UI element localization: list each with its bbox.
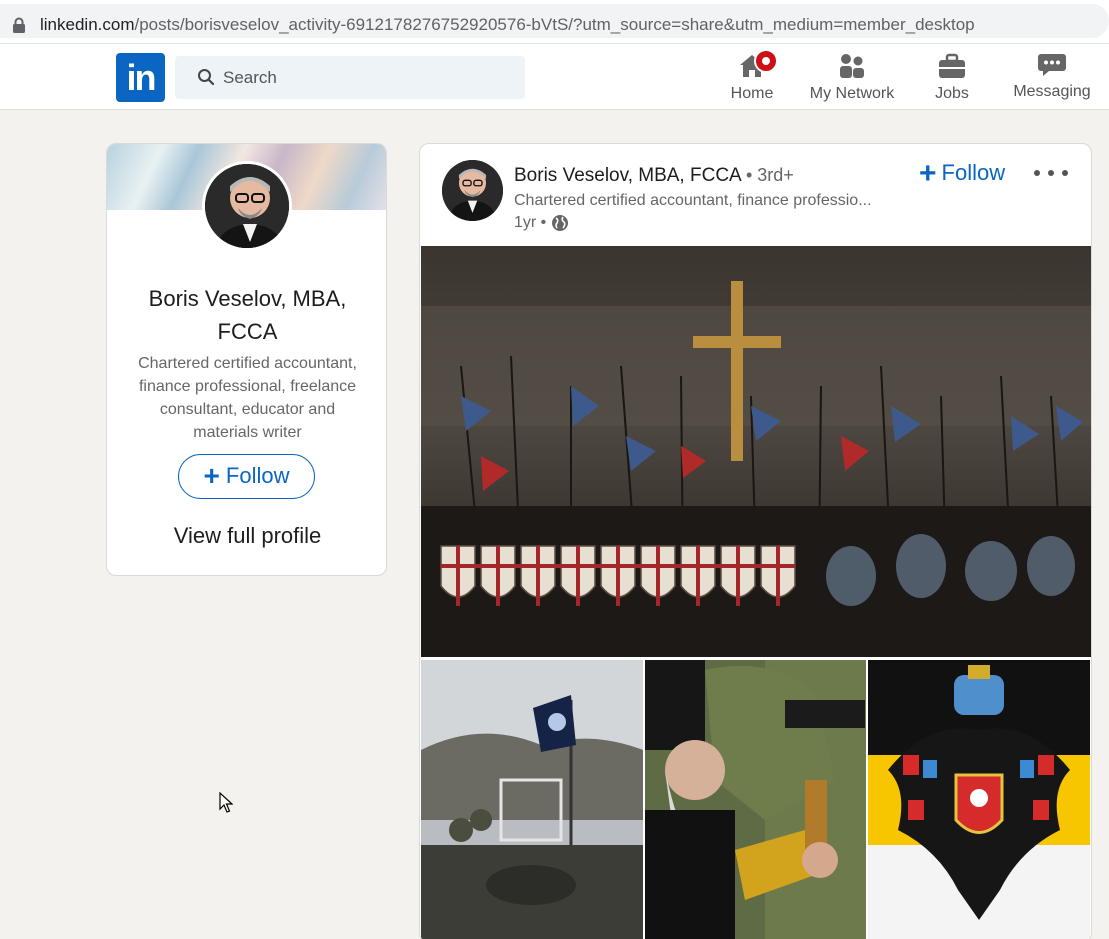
search-box[interactable] xyxy=(175,56,525,99)
profile-follow-button[interactable]: + Follow xyxy=(178,454,315,499)
profile-photo xyxy=(205,164,289,248)
url-text: linkedin.com/posts/borisveselov_activity… xyxy=(40,15,975,35)
post-image-main[interactable] xyxy=(421,246,1091,657)
post-follow-button[interactable]: + Follow xyxy=(919,157,1005,191)
nav-item-messaging[interactable]: Messaging xyxy=(1010,48,1094,104)
briefcase-icon xyxy=(939,53,965,78)
profile-follow-label: Follow xyxy=(225,463,290,488)
post-author-name: Boris Veselov, MBA, FCCA xyxy=(514,165,741,186)
profile-card: Boris Veselov, MBA, FCCA Chartered certi… xyxy=(106,143,387,576)
nav-label-messaging: Messaging xyxy=(1013,83,1091,100)
armored-vehicle-soldiers-image xyxy=(421,660,643,939)
post-image-3[interactable] xyxy=(645,660,866,939)
post-follow-label: Follow xyxy=(941,160,1006,185)
top-navigation: in Home My Network Jobs xyxy=(0,44,1109,110)
post-card: Boris Veselov, MBA, FCCA • 3rd+ Chartere… xyxy=(419,143,1092,939)
priest-soldiers-image xyxy=(645,660,866,939)
connection-degree: • 3rd+ xyxy=(745,165,794,185)
profile-name[interactable]: Boris Veselov, MBA, FCCA xyxy=(127,282,368,348)
nav-label-home: Home xyxy=(730,85,774,102)
post-time: 1yr • xyxy=(514,214,547,231)
imperial-eagle-flag-image xyxy=(868,660,1090,939)
profile-headline: Chartered certified accountant, finance … xyxy=(138,355,357,441)
url-host: linkedin.com xyxy=(40,15,135,34)
url-field[interactable]: linkedin.com/posts/borisveselov_activity… xyxy=(0,4,1109,38)
notification-badge xyxy=(754,49,778,73)
post-author-avatar[interactable] xyxy=(442,160,503,221)
post-author-headline: Chartered certified accountant, finance … xyxy=(514,192,872,209)
author-photo xyxy=(442,160,503,221)
plus-icon: + xyxy=(919,157,937,190)
post-image-2[interactable] xyxy=(421,660,643,939)
chat-icon xyxy=(1038,54,1066,76)
view-full-profile-link[interactable]: View full profile xyxy=(127,523,368,549)
search-input[interactable] xyxy=(223,56,513,99)
nav-label-jobs: Jobs xyxy=(935,85,969,102)
post-meta: 1yr • xyxy=(514,214,569,232)
url-path: /posts/borisveselov_activity-69121782767… xyxy=(134,15,975,34)
lock-icon xyxy=(13,17,25,33)
mouse-cursor-icon xyxy=(219,792,233,813)
search-icon xyxy=(198,69,215,86)
crusader-army-image xyxy=(421,246,1091,657)
nav-item-my-network[interactable]: My Network xyxy=(802,50,902,106)
profile-avatar[interactable] xyxy=(202,161,292,251)
nav-item-jobs[interactable]: Jobs xyxy=(926,50,978,106)
nav-label-my-network: My Network xyxy=(809,85,895,102)
plus-icon: + xyxy=(203,460,220,491)
globe-icon xyxy=(552,215,569,231)
browser-address-bar: linkedin.com/posts/borisveselov_activity… xyxy=(0,0,1109,44)
post-author[interactable]: Boris Veselov, MBA, FCCA • 3rd+ xyxy=(514,165,794,187)
more-options-icon[interactable] xyxy=(1034,162,1070,182)
post-image-4[interactable] xyxy=(868,660,1090,939)
linkedin-logo[interactable]: in xyxy=(116,53,165,102)
people-icon xyxy=(840,54,864,78)
nav-item-home[interactable]: Home xyxy=(727,49,778,106)
